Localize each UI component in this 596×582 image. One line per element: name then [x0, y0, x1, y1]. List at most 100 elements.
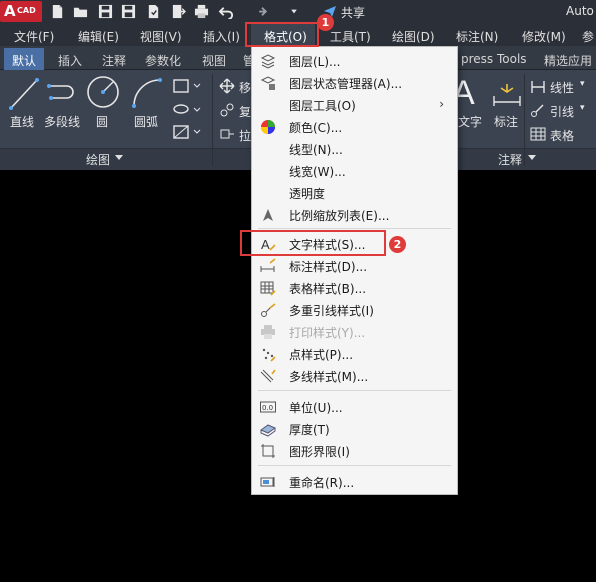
highlight-text-style [240, 230, 386, 256]
draw-panel-title[interactable]: 绘图 [86, 151, 110, 168]
menu-thickness[interactable]: 厚度(T) [252, 418, 457, 440]
menu-view[interactable]: 视图(V) [140, 28, 182, 45]
annotation-panel-expand-icon[interactable] [528, 155, 536, 161]
menu-separator [258, 228, 451, 229]
stretch-tool-label[interactable]: 拉 [239, 127, 251, 144]
menu-edit[interactable]: 编辑(E) [78, 28, 119, 45]
undo-icon[interactable] [219, 4, 234, 19]
leader-dropdown-icon[interactable]: ▾ [580, 103, 585, 113]
tab-express-tools[interactable]: press Tools [461, 52, 527, 66]
line-icon[interactable] [8, 76, 40, 112]
menu-dim-style[interactable]: 标注样式(D)... [252, 255, 457, 277]
menu-separator [258, 390, 451, 391]
polyline-icon[interactable] [45, 78, 81, 108]
menu-dimension[interactable]: 标注(N) [456, 28, 498, 45]
tab-parametric[interactable]: 参数化 [145, 52, 181, 69]
new-file-icon[interactable] [50, 4, 65, 19]
menu-mline-style[interactable]: 多线样式(M)... [252, 365, 457, 387]
menu-modify[interactable]: 修改(M) [522, 28, 566, 45]
menu-point-style[interactable]: 点样式(P)... [252, 343, 457, 365]
tab-annotate[interactable]: 注释 [102, 52, 126, 69]
line-tool-label[interactable]: 直线 [10, 113, 34, 130]
svg-text:0.0: 0.0 [262, 404, 273, 412]
menu-mleader-style[interactable]: 多重引线样式(I) [252, 299, 457, 321]
draw-panel-expand-icon[interactable] [115, 155, 123, 161]
menu-separator [258, 465, 451, 466]
table-style-icon [260, 281, 276, 296]
color-wheel-icon [261, 120, 275, 134]
menu-file[interactable]: 文件(F) [14, 28, 54, 45]
stretch-icon[interactable] [219, 126, 235, 142]
menu-rename[interactable]: 重命名(R)... [252, 471, 457, 493]
table-icon[interactable] [530, 126, 546, 142]
linear-dim-dropdown-icon[interactable]: ▾ [580, 79, 585, 89]
mleader-style-icon [261, 303, 276, 317]
leader-label[interactable]: 引线 [550, 103, 574, 120]
menu-lineweight[interactable]: 线宽(W)... [252, 160, 457, 182]
web-save-icon[interactable] [146, 4, 161, 19]
scale-list-icon [263, 209, 273, 221]
qa-dropdown-icon[interactable] [289, 4, 299, 19]
annot-separator [524, 74, 525, 166]
draw-small-tools-icon[interactable] [172, 78, 206, 140]
panel-separator [212, 74, 213, 166]
dimension-tool-label[interactable]: 标注 [494, 113, 518, 130]
move-icon[interactable] [219, 78, 235, 94]
print-icon[interactable] [194, 4, 209, 19]
arc-icon[interactable] [130, 76, 166, 110]
tab-default[interactable]: 默认 [12, 52, 36, 69]
save-icon[interactable] [98, 4, 113, 19]
menu-layer-tools[interactable]: 图层工具(O) › [252, 94, 457, 116]
logo-text: CAD [17, 6, 36, 15]
menu-layer[interactable]: 图层(L)... [252, 50, 457, 72]
redo-icon[interactable] [257, 4, 267, 19]
circle-tool-label[interactable]: 圆 [96, 113, 108, 130]
annotation-panel-title[interactable]: 注释 [498, 151, 522, 168]
copy-icon[interactable] [219, 102, 235, 118]
thickness-icon [260, 424, 276, 437]
arc-tool-label[interactable]: 圆弧 [134, 113, 158, 130]
table-label[interactable]: 表格 [550, 127, 574, 144]
menu-linetype[interactable]: 线型(N)... [252, 138, 457, 160]
step-badge-1: 1 [317, 14, 334, 31]
tab-view[interactable]: 视图 [202, 52, 226, 69]
rename-icon [260, 477, 275, 487]
copy-tool-label[interactable]: 复 [239, 103, 251, 120]
menu-layer-state-manager[interactable]: 图层状态管理器(A)... [252, 72, 457, 94]
text-tool-label[interactable]: 文字 [458, 113, 482, 130]
share-label[interactable]: 共享 [341, 4, 365, 21]
units-icon: 0.0 [260, 401, 276, 413]
mline-style-icon [260, 369, 276, 383]
app-logo[interactable]: A CAD [0, 1, 42, 22]
linear-dim-label[interactable]: 线性 [550, 79, 574, 96]
tab-insert[interactable]: 插入 [58, 52, 82, 69]
menu-transparency[interactable]: 透明度 [252, 182, 457, 204]
linear-dim-icon[interactable] [530, 79, 546, 95]
app-title: Auto [566, 4, 594, 18]
polyline-tool-label[interactable]: 多段线 [44, 113, 80, 130]
menu-drawing-limits[interactable]: 图形界限(I) [252, 440, 457, 462]
menu-color[interactable]: 颜色(C)... [252, 116, 457, 138]
open-folder-icon[interactable] [73, 4, 88, 19]
dimension-icon[interactable] [490, 82, 524, 108]
step-badge-2: 2 [389, 236, 406, 253]
menu-units[interactable]: 0.0 单位(U)... [252, 396, 457, 418]
menu-draw[interactable]: 绘图(D) [392, 28, 435, 45]
point-style-icon [262, 348, 276, 362]
menu-table-style[interactable]: 表格样式(B)... [252, 277, 457, 299]
tab-featured-apps[interactable]: 精选应用 [544, 52, 592, 69]
layer-state-icon [260, 76, 276, 90]
export-icon[interactable] [171, 4, 186, 19]
menu-scale-list[interactable]: 比例缩放列表(E)... [252, 204, 457, 226]
move-tool-label[interactable]: 移 [239, 79, 251, 96]
menu-tools[interactable]: 工具(T) [330, 28, 371, 45]
save-as-icon[interactable] [121, 4, 136, 19]
menu-parametric[interactable]: 参 [582, 28, 594, 45]
menu-plot-style[interactable]: 打印样式(Y)... [252, 321, 457, 343]
layer-icon [260, 54, 276, 69]
limits-icon [261, 444, 275, 458]
submenu-arrow-icon: › [439, 97, 444, 111]
menu-insert[interactable]: 插入(I) [203, 28, 240, 45]
leader-icon[interactable] [530, 102, 546, 118]
circle-icon[interactable] [86, 75, 120, 109]
